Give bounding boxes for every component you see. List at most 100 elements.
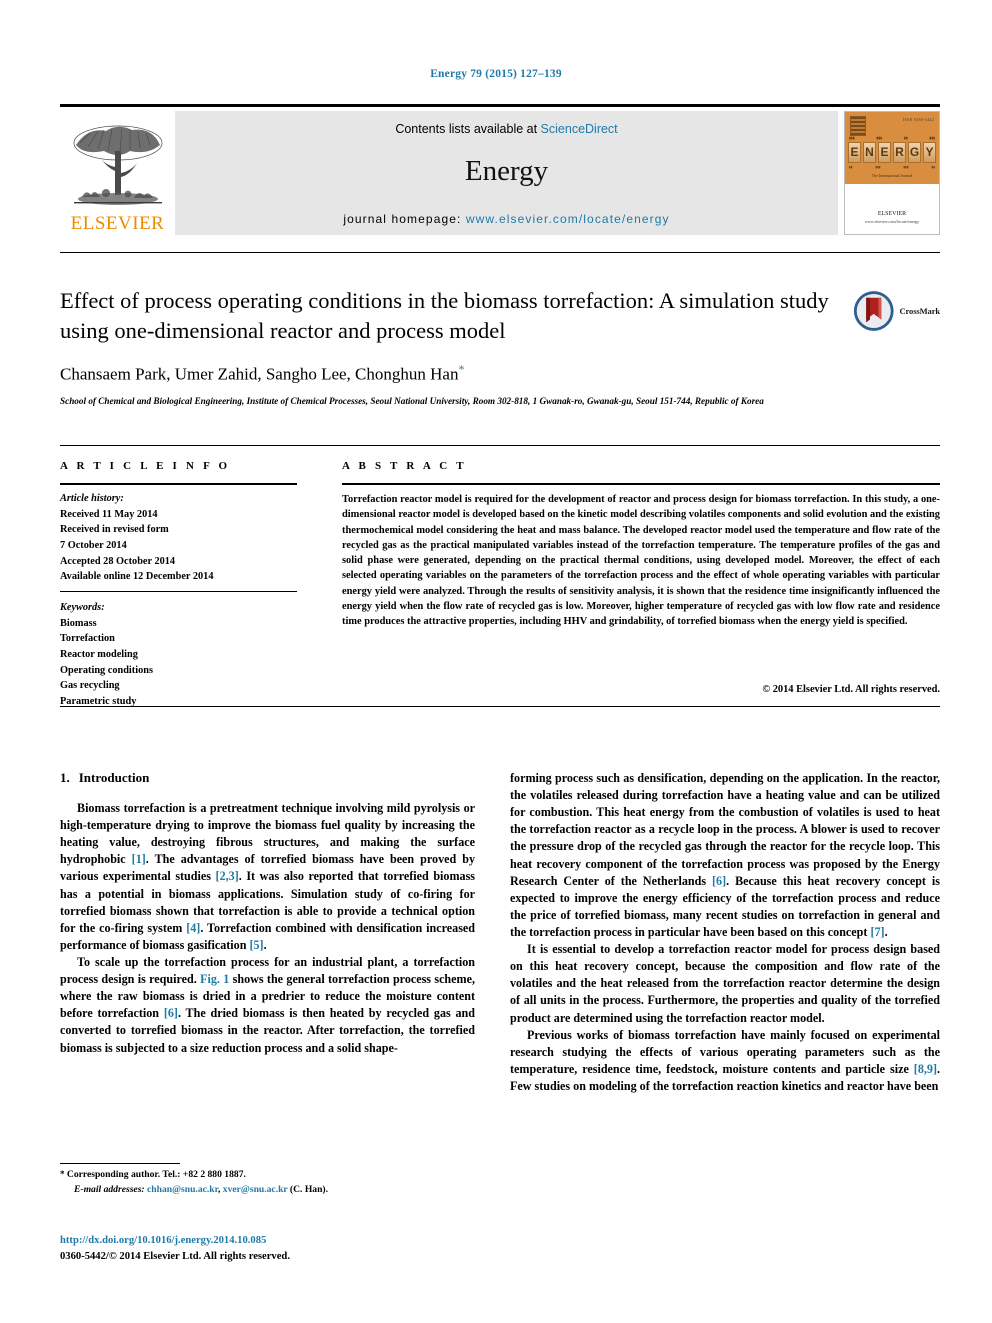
cover-letter: R: [893, 142, 906, 163]
citation-link[interactable]: [8,9]: [914, 1062, 937, 1076]
citation-link[interactable]: [7]: [870, 925, 884, 939]
email-note: E-mail addresses: chhan@snu.ac.kr, xver@…: [60, 1183, 480, 1198]
article-history-label: Article history:: [60, 493, 124, 504]
keyword-item: Torrefaction: [60, 633, 115, 645]
cover-letter: Y: [923, 142, 936, 163]
cover-letter: N: [863, 142, 876, 163]
history-keywords-divider: [60, 591, 297, 592]
affiliation: School of Chemical and Biological Engine…: [60, 396, 764, 407]
copyright-line: © 2014 Elsevier Ltd. All rights reserved…: [762, 684, 940, 695]
elsevier-tree-icon: [73, 125, 162, 205]
citation-link[interactable]: [1]: [132, 852, 146, 866]
keywords-label: Keywords:: [60, 602, 105, 613]
author-list: Chansaem Park, Umer Zahid, Sangho Lee, C…: [60, 362, 860, 385]
issn-copyright-line: 0360-5442/© 2014 Elsevier Ltd. All right…: [60, 1250, 290, 1262]
citation-link[interactable]: [2,3]: [216, 869, 239, 883]
journal-article-page: Energy 79 (2015) 127–139 ELSEVIER Conten…: [0, 0, 992, 1323]
email-link-1[interactable]: chhan@snu.ac.kr: [147, 1184, 218, 1195]
history-line: Received 11 May 2014: [60, 508, 158, 520]
running-head: Energy 79 (2015) 127–139: [430, 68, 562, 80]
section-number: 1.: [60, 770, 70, 785]
email-suffix: (C. Han).: [289, 1183, 329, 1195]
elsevier-wordmark: ELSEVIER: [70, 213, 165, 234]
page-title: Effect of process operating conditions i…: [60, 288, 829, 343]
text-run: .: [263, 937, 267, 952]
cover-tagline: The International Journal: [871, 173, 913, 178]
contents-available-line: Contents lists available at ScienceDirec…: [175, 122, 838, 136]
paragraph: It is essential to develop a torrefactio…: [510, 941, 940, 1027]
cover-sublabels: ▮▮ ▮▮▮ ▮▮▮ ▮▮: [849, 165, 935, 169]
cover-badge-icon: [850, 116, 866, 136]
cover-letter: G: [908, 142, 921, 163]
cover-minilabels: ▮▮▮ ▮▮▮ ▮▮ ▮▮▮: [849, 136, 935, 140]
paragraph: Previous works of biomass torrefaction h…: [510, 1027, 940, 1095]
cover-issn: ISSN 0360-5442: [902, 117, 934, 122]
paragraph: Biomass torrefaction is a pretreatment t…: [60, 800, 475, 954]
cover-publisher: ELSEVIER: [877, 210, 907, 217]
doi-link[interactable]: http://dx.doi.org/10.1016/j.energy.2014.…: [60, 1233, 490, 1249]
corresponding-author-marker: *: [458, 362, 465, 377]
section-heading-introduction: 1. Introduction: [60, 770, 475, 786]
cover-top-panel: ISSN 0360-5442 ▮▮▮ ▮▮▮ ▮▮ ▮▮▮ E N E R G Y ▮…: [845, 112, 939, 184]
email-label: E-mail addresses:: [74, 1183, 145, 1195]
citation-link[interactable]: [6]: [712, 874, 726, 888]
abstract-heading: A B S T R A C T: [342, 460, 467, 472]
journal-homepage-line: journal homepage: www.elsevier.com/locat…: [175, 212, 838, 226]
cover-bottom-panel: ELSEVIER www.elsevier.com/locate/energy: [845, 184, 939, 234]
corresponding-author-text: Corresponding author. Tel.: +82 2 880 18…: [66, 1169, 246, 1180]
keyword-item: Biomass: [60, 617, 97, 629]
article-history: Article history: Received 11 May 2014 Re…: [60, 491, 300, 585]
citation-link[interactable]: Fig. 1: [200, 972, 229, 986]
crossmark-badge[interactable]: CrossMark: [852, 286, 940, 336]
journal-homepage-link[interactable]: www.elsevier.com/locate/energy: [466, 212, 670, 226]
keyword-item: Operating conditions: [60, 664, 153, 676]
footnote-marker: *: [60, 1169, 65, 1179]
panel-top-divider: [60, 445, 940, 446]
abstract-text: Torrefaction reactor model is required f…: [342, 494, 940, 628]
crossmark-label: CrossMark: [899, 306, 941, 316]
cover-publisher-block: ELSEVIER www.elsevier.com/locate/energy: [845, 210, 939, 225]
cover-wordmark: E N E R G Y: [848, 142, 936, 163]
cover-letter: E: [848, 142, 861, 163]
title-block: Effect of process operating conditions i…: [60, 286, 860, 408]
footnote-block: * Corresponding author. Tel.: +82 2 880 …: [60, 1168, 480, 1198]
journal-band: Contents lists available at ScienceDirec…: [175, 111, 838, 235]
contents-prefix: Contents lists available at: [395, 122, 541, 136]
history-line: 7 October 2014: [60, 539, 127, 551]
abstract-rule: [342, 483, 940, 485]
text-run: Previous works of biomass torrefaction h…: [510, 1027, 940, 1076]
text-run: .: [884, 924, 888, 939]
keyword-item: Gas recycling: [60, 680, 120, 692]
keyword-item: Reactor modeling: [60, 648, 138, 660]
text-run: It is essential to develop a torrefactio…: [510, 942, 940, 1025]
footnote-divider: [60, 1163, 180, 1164]
panel-bottom-divider: [60, 706, 940, 707]
history-line: Received in revised form: [60, 524, 169, 536]
body-column-right: forming process such as densification, d…: [510, 770, 940, 1095]
journal-cover-thumbnail[interactable]: ISSN 0360-5442 ▮▮▮ ▮▮▮ ▮▮ ▮▮▮ E N E R G Y ▮…: [844, 111, 940, 235]
paragraph: forming process such as densification, d…: [510, 770, 940, 941]
citation-link[interactable]: [5]: [249, 938, 263, 952]
history-line: Available online 12 December 2014: [60, 571, 214, 583]
cover-letter: E: [878, 142, 891, 163]
keywords-block: Keywords: Biomass Torrefaction Reactor m…: [60, 600, 300, 709]
elsevier-logo: ELSEVIER: [60, 111, 175, 235]
doi-block: http://dx.doi.org/10.1016/j.energy.2014.…: [60, 1233, 490, 1265]
journal-title: Energy: [464, 155, 549, 187]
section-title: Introduction: [78, 770, 150, 785]
journal-masthead: ELSEVIER Contents lists available at Sci…: [60, 104, 940, 235]
history-line: Accepted 28 October 2014: [60, 555, 176, 567]
email-link-2[interactable]: xver@snu.ac.kr: [223, 1184, 288, 1195]
body-column-left: 1. Introduction Biomass torrefaction is a…: [60, 770, 475, 1057]
corresponding-author-note: * Corresponding author. Tel.: +82 2 880 …: [60, 1168, 480, 1183]
article-info-heading: A R T I C L E I N F O: [60, 460, 231, 472]
article-info-rule: [60, 483, 297, 485]
sciencedirect-link[interactable]: ScienceDirect: [541, 122, 618, 136]
text-run: forming process such as densification, d…: [510, 771, 940, 888]
authors-text: Chansaem Park, Umer Zahid, Sangho Lee, C…: [60, 365, 459, 385]
title-divider: [60, 252, 940, 253]
citation-link[interactable]: [6]: [164, 1006, 178, 1020]
keyword-item: Parametric study: [60, 695, 137, 707]
citation-link[interactable]: [4]: [186, 921, 200, 935]
homepage-prefix: journal homepage:: [343, 212, 466, 226]
